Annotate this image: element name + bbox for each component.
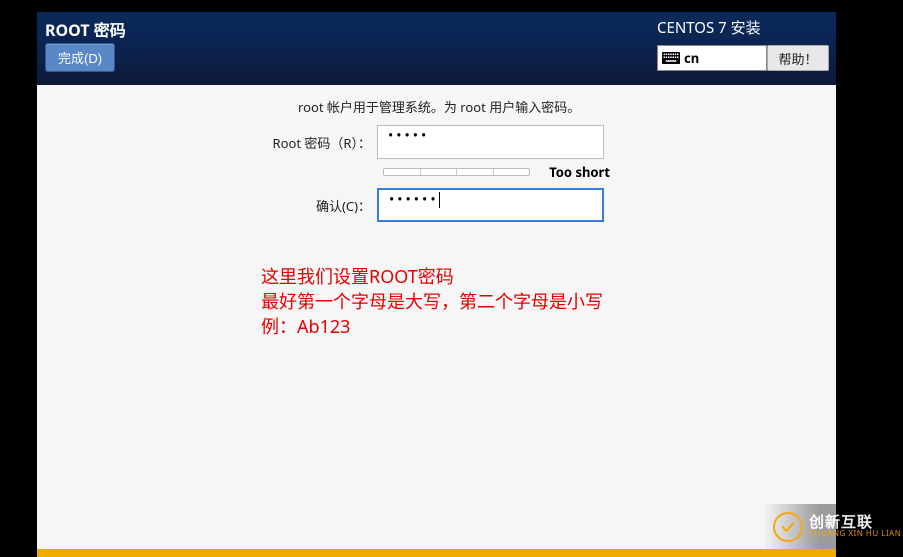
annotation-line: 这里我们设置ROOT密码 <box>261 265 603 290</box>
page-title: ROOT 密码 <box>45 17 126 41</box>
warning-bar <box>37 549 836 557</box>
root-password-input[interactable]: ••••• <box>377 125 604 159</box>
password-strength-meter <box>383 168 530 176</box>
root-password-row: Root 密码（R）： ••••• <box>197 125 604 159</box>
keyboard-layout-code: cn <box>684 49 699 67</box>
description-text: root 帐户用于管理系统。为 root 用户输入密码。 <box>298 97 580 116</box>
watermark-logo-icon <box>773 512 803 542</box>
root-password-label: Root 密码（R）： <box>197 133 377 152</box>
annotation-overlay: 这里我们设置ROOT密码 最好第一个字母是大写，第二个字母是小写 例：Ab123 <box>261 265 603 341</box>
confirm-password-label: 确认(C)： <box>197 196 377 215</box>
installer-title: CENTOS 7 安装 <box>657 17 761 38</box>
password-strength-text: Too short <box>549 163 610 181</box>
confirm-password-row: 确认(C)： •••••• <box>197 188 604 222</box>
installer-window: ROOT 密码 CENTOS 7 安装 完成(D) cn 帮助！ root 帐户… <box>37 12 836 557</box>
done-button[interactable]: 完成(D) <box>45 43 115 72</box>
header-bar: ROOT 密码 CENTOS 7 安装 完成(D) cn 帮助！ <box>37 12 836 85</box>
text-cursor <box>439 192 440 208</box>
watermark-text: 创新互联 CHUANG XIN HU LIAN <box>809 515 901 538</box>
annotation-line: 例：Ab123 <box>261 315 603 340</box>
watermark: 创新互联 CHUANG XIN HU LIAN <box>763 504 903 549</box>
keyboard-layout-selector[interactable]: cn <box>657 45 767 71</box>
keyboard-icon <box>662 52 680 64</box>
password-strength-row: Too short <box>383 163 610 181</box>
watermark-en: CHUANG XIN HU LIAN <box>809 530 901 538</box>
help-button[interactable]: 帮助！ <box>767 45 829 71</box>
content-area: root 帐户用于管理系统。为 root 用户输入密码。 Root 密码（R）：… <box>37 85 836 557</box>
annotation-line: 最好第一个字母是大写，第二个字母是小写 <box>261 290 603 315</box>
screen: ROOT 密码 CENTOS 7 安装 完成(D) cn 帮助！ root 帐户… <box>0 0 903 557</box>
confirm-password-input[interactable]: •••••• <box>377 188 604 222</box>
